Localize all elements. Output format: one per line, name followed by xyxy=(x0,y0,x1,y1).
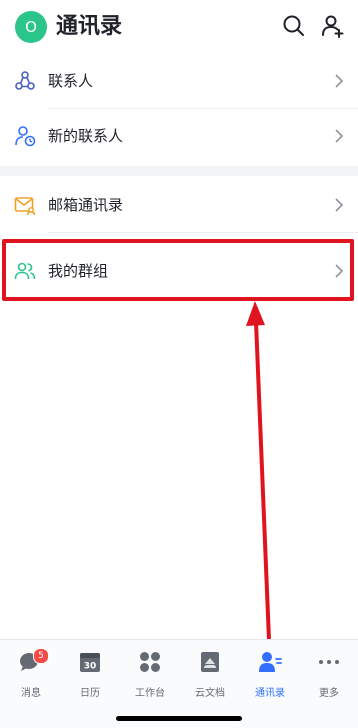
tab-label: 云文档 xyxy=(195,688,225,699)
annotation-arrow xyxy=(246,301,271,641)
calendar-icon: 30 xyxy=(80,653,100,672)
calendar-date-text: 30 xyxy=(84,662,97,672)
home-indicator xyxy=(116,716,242,721)
tab-more[interactable]: 更多 xyxy=(299,646,358,702)
tab-label: 消息 xyxy=(21,688,41,699)
tab-contacts[interactable]: 通讯录 xyxy=(240,646,300,702)
tab-label: 通讯录 xyxy=(255,688,285,699)
tab-cloud-docs[interactable]: 云文档 xyxy=(180,646,240,702)
contacts-tab-icon xyxy=(259,652,282,672)
tab-workbench[interactable]: 工作台 xyxy=(120,646,180,702)
workbench-icon xyxy=(140,652,160,672)
more-icon xyxy=(319,660,339,664)
tab-label: 工作台 xyxy=(135,688,165,699)
tab-calendar[interactable]: 30 日历 xyxy=(60,646,120,702)
tab-label: 更多 xyxy=(319,688,339,699)
cloud-doc-icon xyxy=(201,652,219,672)
tab-bar: 5 消息 30 日历 工作台 云文档 通讯录 更多 xyxy=(0,639,358,728)
unread-badge: 5 xyxy=(33,648,49,664)
tab-label: 日历 xyxy=(80,688,100,699)
tab-messages[interactable]: 5 消息 xyxy=(1,646,61,702)
